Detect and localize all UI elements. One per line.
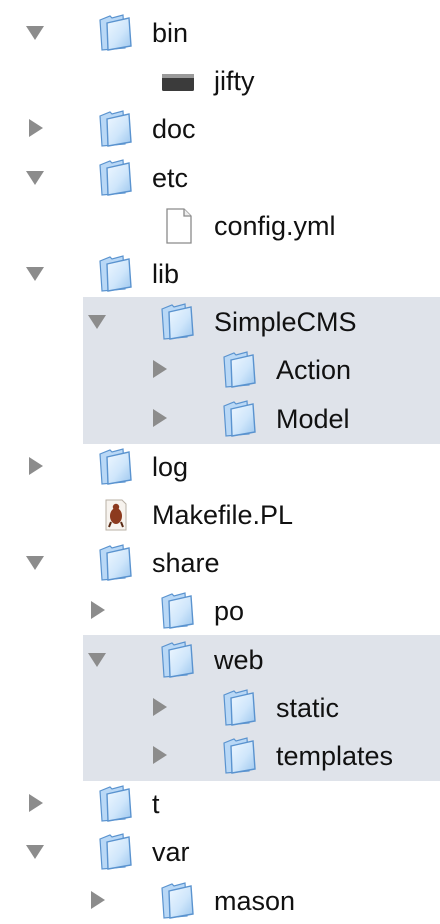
tree-row-web[interactable]: web bbox=[0, 637, 440, 683]
disclosure-triangle-right-icon[interactable] bbox=[24, 117, 46, 139]
tree-item-label: mason bbox=[214, 885, 296, 916]
folder-icon bbox=[99, 110, 132, 148]
tree-item-label: SimpleCMS bbox=[214, 307, 357, 338]
tree-item-label: etc bbox=[152, 162, 189, 193]
tree-item-label: po bbox=[214, 596, 245, 627]
disclosure-triangle-right-icon[interactable] bbox=[148, 407, 170, 429]
tree-row-doc[interactable]: doc bbox=[0, 106, 440, 152]
tree-row-lib[interactable]: lib bbox=[0, 251, 440, 297]
tree-row-static[interactable]: static bbox=[0, 685, 440, 731]
tree-row-share[interactable]: share bbox=[0, 540, 440, 586]
tree-item-label: share bbox=[152, 548, 220, 579]
tree-row-po[interactable]: po bbox=[0, 588, 440, 634]
tree-row-var[interactable]: var bbox=[0, 829, 440, 875]
disclosure-triangle-right-icon[interactable] bbox=[148, 358, 170, 380]
disclosure-triangle-down-icon[interactable] bbox=[24, 551, 46, 573]
tree-row-simplecms[interactable]: SimpleCMS bbox=[0, 299, 440, 345]
folder-icon bbox=[99, 544, 132, 582]
folder-icon bbox=[99, 833, 132, 871]
disclosure-triangle-down-icon[interactable] bbox=[86, 310, 108, 332]
disclosure-triangle-right-icon[interactable] bbox=[24, 792, 46, 814]
tree-item-label: static bbox=[276, 692, 340, 723]
tree-row-model[interactable]: Model bbox=[0, 396, 440, 442]
tree-item-label: doc bbox=[152, 114, 196, 145]
tree-row-bin[interactable]: bin bbox=[0, 10, 440, 56]
tree-row-templates[interactable]: templates bbox=[0, 733, 440, 779]
folder-icon bbox=[99, 158, 132, 196]
disclosure-triangle-right-icon[interactable] bbox=[86, 889, 108, 911]
tree-row-config-yml[interactable]: config.yml bbox=[0, 203, 440, 249]
folder-icon bbox=[99, 785, 132, 823]
tree-item-label: Action bbox=[276, 355, 352, 386]
tree-item-label: lib bbox=[152, 259, 180, 289]
disclosure-triangle-down-icon[interactable] bbox=[86, 648, 108, 670]
folder-icon bbox=[99, 14, 132, 51]
disclosure-triangle-right-icon[interactable] bbox=[24, 455, 46, 477]
folder-icon bbox=[161, 881, 194, 919]
tree-item-label: t bbox=[152, 789, 160, 820]
disclosure-triangle-down-icon[interactable] bbox=[24, 21, 46, 43]
terminal-executable-icon bbox=[162, 74, 194, 92]
disclosure-triangle-down-icon[interactable] bbox=[24, 262, 46, 284]
tree-item-label: Makefile.PL bbox=[152, 500, 294, 530]
tree-row-log[interactable]: log bbox=[0, 444, 440, 490]
folder-icon bbox=[223, 351, 256, 389]
disclosure-triangle-right-icon[interactable] bbox=[148, 744, 170, 766]
tree-row-jifty[interactable]: jifty bbox=[0, 58, 440, 104]
tree-item-label: config.yml bbox=[214, 210, 336, 241]
folder-icon bbox=[223, 399, 256, 437]
disclosure-triangle-down-icon[interactable] bbox=[24, 840, 46, 862]
disclosure-triangle-right-icon[interactable] bbox=[148, 696, 170, 718]
tree-row-mason[interactable]: mason bbox=[0, 878, 440, 924]
tree-row-etc[interactable]: etc bbox=[0, 155, 440, 201]
folder-icon bbox=[223, 737, 256, 774]
document-icon bbox=[166, 208, 192, 244]
folder-icon bbox=[161, 303, 194, 341]
file-tree: bin jifty doc etc config.yml lib SimpleCMS Acti… bbox=[0, 0, 440, 919]
tree-row-t[interactable]: t bbox=[0, 781, 440, 827]
disclosure-triangle-down-icon[interactable] bbox=[24, 166, 46, 188]
tree-item-label: log bbox=[152, 451, 189, 482]
tree-item-label: var bbox=[152, 837, 190, 868]
tree-item-label: bin bbox=[152, 18, 189, 48]
folder-icon bbox=[161, 592, 194, 630]
tree-row-action[interactable]: Action bbox=[0, 347, 440, 393]
folder-icon bbox=[161, 640, 194, 678]
tree-row-makefile-pl[interactable]: Makefile.PL bbox=[0, 492, 440, 538]
folder-icon bbox=[99, 448, 132, 485]
folder-icon bbox=[223, 689, 256, 726]
tree-item-label: jifty bbox=[214, 66, 255, 97]
tree-item-label: web bbox=[214, 644, 264, 675]
tree-item-label: templates bbox=[276, 741, 394, 771]
perl-script-icon bbox=[105, 499, 127, 531]
disclosure-triangle-right-icon[interactable] bbox=[86, 599, 108, 621]
tree-item-label: Model bbox=[276, 403, 350, 434]
folder-icon bbox=[99, 255, 132, 292]
